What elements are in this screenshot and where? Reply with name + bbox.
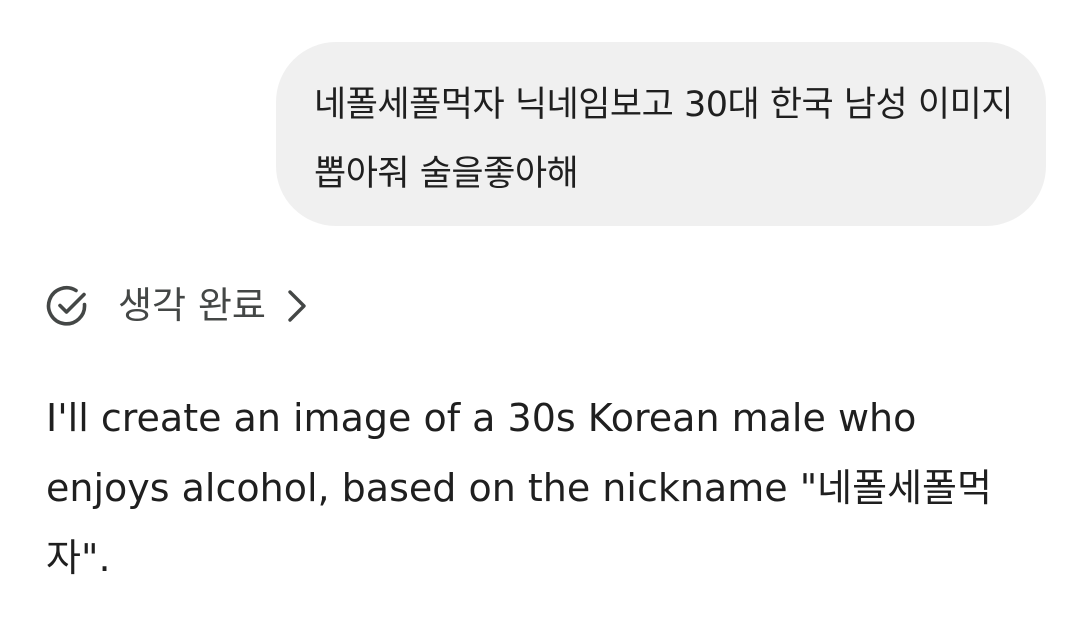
assistant-response-text: I'll create an image of a 30s Korean mal…: [46, 396, 992, 580]
check-circle-icon: [46, 284, 90, 328]
user-message-bubble: 네폴세폴먹자 닉네임보고 30대 한국 남성 이미지 뽑아줘 술을좋아해: [276, 42, 1046, 226]
thinking-label: 생각 완료: [118, 284, 266, 327]
thinking-toggle[interactable]: 생각 완료: [46, 282, 312, 330]
user-message-text: 네폴세폴먹자 닉네임보고 30대 한국 남성 이미지 뽑아줘 술을좋아해: [314, 85, 1024, 194]
chevron-right-icon: [284, 286, 312, 326]
